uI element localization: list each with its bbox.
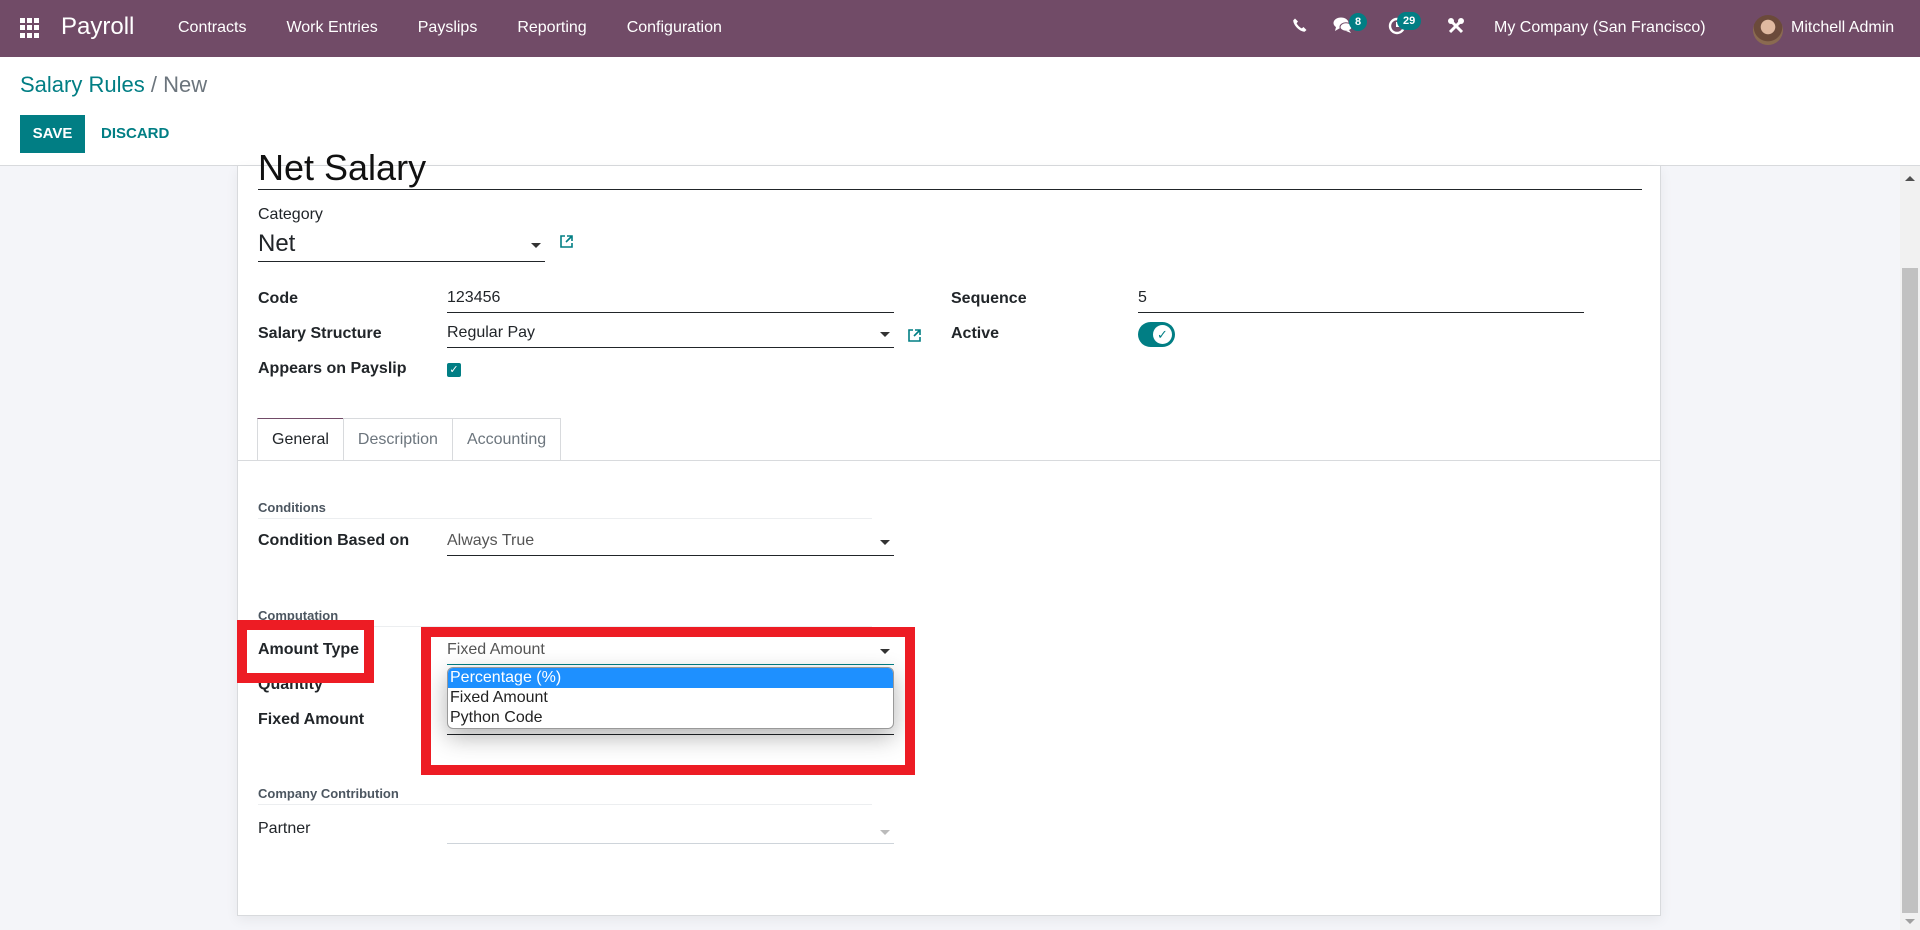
breadcrumb: Salary Rules / New — [20, 72, 207, 98]
condition-value: Always True — [447, 532, 535, 549]
chat-badge: 8 — [1349, 13, 1368, 31]
phone-icon[interactable] — [1292, 17, 1308, 38]
scroll-thumb[interactable] — [1902, 268, 1918, 913]
tab-general[interactable]: General — [257, 418, 344, 461]
scroll-up-icon[interactable] — [1905, 176, 1915, 181]
menu-work-entries[interactable]: Work Entries — [286, 19, 377, 37]
option-fixed-amount[interactable]: Fixed Amount — [448, 688, 893, 708]
condition-based-on-label: Condition Based on — [258, 532, 410, 549]
tab-description[interactable]: Description — [342, 418, 453, 460]
category-select[interactable]: Net — [258, 226, 545, 262]
option-percentage[interactable]: Percentage (%) — [448, 668, 893, 688]
rule-name-input[interactable]: Net Salary — [258, 144, 1642, 190]
tab-divider — [238, 460, 1660, 461]
partner-select[interactable] — [447, 817, 894, 844]
salary-structure-value: Regular Pay — [447, 324, 536, 341]
chevron-down-icon — [880, 332, 890, 337]
apps-grid-icon[interactable] — [20, 18, 40, 38]
option-python-code[interactable]: Python Code — [448, 708, 893, 728]
sequence-input[interactable]: 5 — [1138, 286, 1584, 313]
partner-label: Partner — [258, 820, 311, 837]
top-navbar: Payroll Contracts Work Entries Payslips … — [0, 0, 1920, 57]
breadcrumb-current: New — [163, 72, 208, 97]
computation-section-title: Computation — [258, 608, 339, 623]
condition-based-on-select[interactable]: Always True — [447, 529, 894, 556]
chevron-down-icon — [880, 649, 890, 654]
section-divider — [258, 804, 872, 805]
amount-type-options: Percentage (%) Fixed Amount Python Code — [447, 667, 894, 729]
breadcrumb-separator: / — [150, 72, 157, 97]
chevron-down-icon — [880, 540, 890, 545]
breadcrumb-salary-rules[interactable]: Salary Rules — [20, 72, 145, 97]
save-button[interactable]: SAVE — [20, 115, 85, 153]
menu-configuration[interactable]: Configuration — [627, 19, 722, 37]
external-link-icon[interactable] — [907, 328, 922, 347]
tab-accounting[interactable]: Accounting — [451, 418, 562, 460]
tools-icon[interactable] — [1447, 17, 1465, 40]
category-label: Category — [258, 206, 323, 223]
amount-type-value: Fixed Amount — [447, 641, 545, 658]
section-divider — [258, 626, 872, 627]
code-label: Code — [258, 290, 298, 307]
external-link-icon[interactable] — [559, 234, 574, 253]
chevron-down-icon — [880, 830, 890, 835]
active-label: Active — [951, 325, 1000, 342]
conditions-section-title: Conditions — [258, 500, 326, 515]
company-contribution-section-title: Company Contribution — [258, 786, 399, 801]
activity-badge: 29 — [1397, 12, 1422, 30]
quantity-label: Quantity — [258, 676, 323, 693]
active-toggle[interactable]: ✓ — [1138, 322, 1175, 347]
sequence-label: Sequence — [951, 290, 1027, 307]
main-menu: Contracts Work Entries Payslips Reportin… — [178, 19, 762, 37]
menu-reporting[interactable]: Reporting — [517, 19, 586, 37]
salary-structure-select[interactable]: Regular Pay — [447, 321, 894, 348]
category-value: Net — [258, 230, 296, 257]
discard-button[interactable]: DISCARD — [101, 115, 169, 153]
user-menu[interactable]: Mitchell Admin — [1791, 19, 1894, 37]
check-icon: ✓ — [1153, 325, 1172, 344]
company-switcher[interactable]: My Company (San Francisco) — [1494, 19, 1706, 37]
chevron-down-icon — [531, 243, 541, 248]
section-divider — [258, 518, 872, 519]
fixed-amount-label: Fixed Amount — [258, 711, 365, 728]
form-sheet: Net Salary Category Net Code 123456 Sala… — [237, 147, 1661, 916]
user-avatar[interactable] — [1753, 15, 1783, 45]
salary-structure-label: Salary Structure — [258, 325, 382, 342]
page-scrollbar[interactable] — [1900, 166, 1920, 930]
scroll-down-icon[interactable] — [1905, 919, 1915, 924]
menu-payslips[interactable]: Payslips — [418, 19, 478, 37]
notebook-tabs: General Description Accounting — [257, 418, 562, 461]
amount-type-label: Amount Type — [258, 641, 360, 658]
appears-on-payslip-label: Appears on Payslip — [258, 360, 407, 377]
menu-contracts[interactable]: Contracts — [178, 19, 246, 37]
amount-type-select[interactable]: Fixed Amount — [447, 638, 894, 665]
code-input[interactable]: 123456 — [447, 286, 894, 313]
app-name[interactable]: Payroll — [61, 13, 134, 41]
appears-on-payslip-checkbox[interactable]: ✓ — [447, 363, 461, 377]
